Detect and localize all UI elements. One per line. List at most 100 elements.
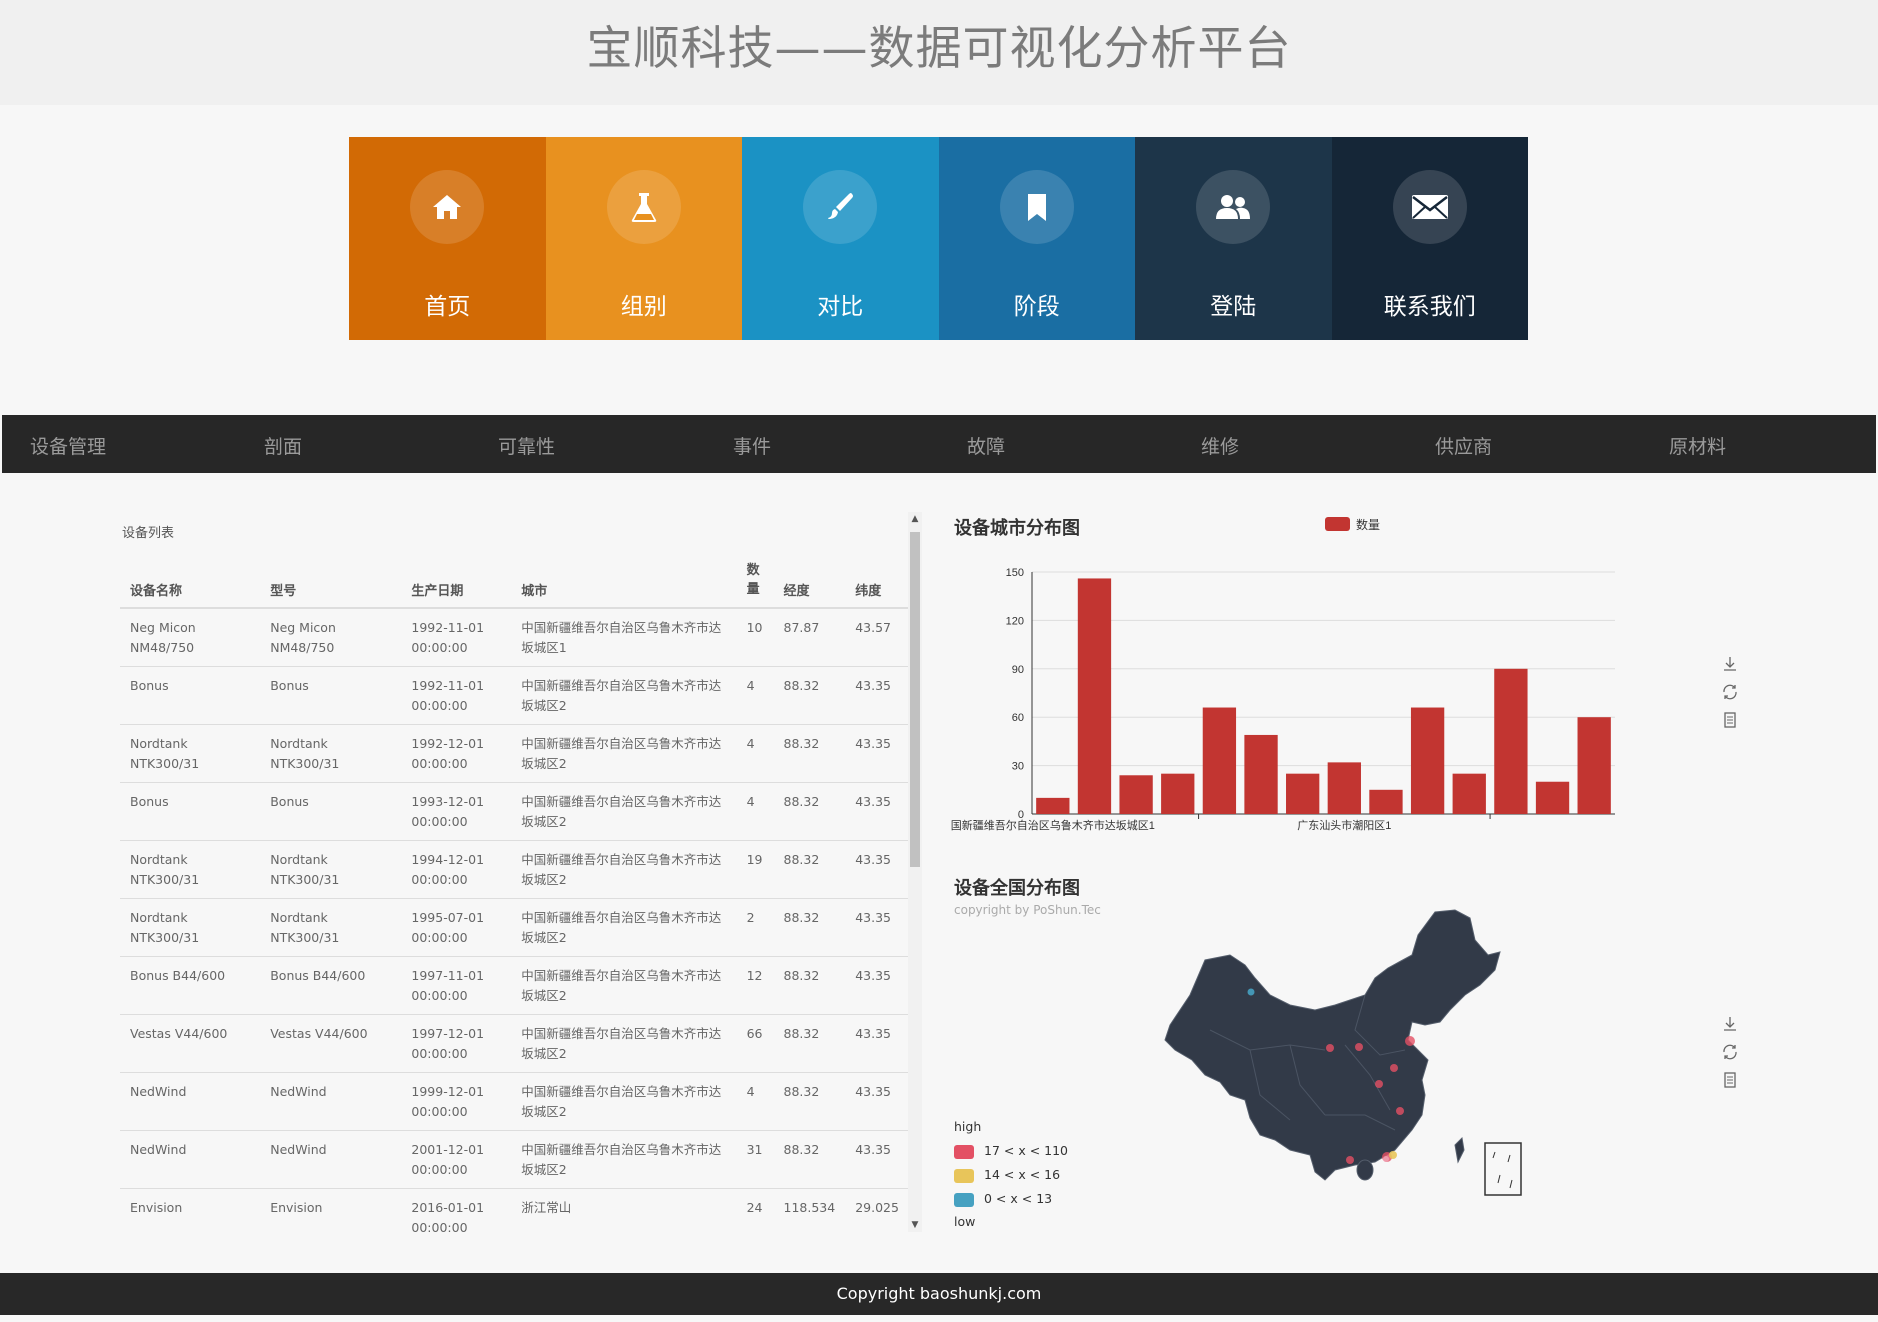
scroll-down-icon[interactable]: ▼	[910, 1220, 920, 1230]
table-cell: Envision	[120, 1188, 261, 1232]
data-view-icon[interactable]	[1720, 711, 1740, 739]
table-row[interactable]: Nordtank NTK300/31 Nordtank NTK300/31 1995…	[120, 898, 909, 957]
home-icon	[410, 170, 485, 244]
bar[interactable]	[1452, 773, 1486, 814]
tile-compare[interactable]: 对比	[742, 137, 939, 340]
column-header[interactable]: 生产日期	[401, 552, 512, 609]
table-row[interactable]: NedWind NedWind 1999-12-01 00:00:00 中国新疆维吾尔…	[120, 1072, 909, 1131]
equipment-table: 设备名称 型号 生产日期 城市 数量 经度 纬度 Neg Micon NM48/…	[120, 552, 909, 1232]
tile-login[interactable]: 登陆	[1135, 137, 1332, 340]
tile-stage[interactable]: 阶段	[938, 137, 1135, 340]
bar[interactable]	[1535, 781, 1570, 814]
china-map[interactable]	[1150, 900, 1550, 1205]
x-tick-label: 国新疆维吾尔自治区乌鲁木齐市达坂城区1	[951, 818, 1155, 832]
bar[interactable]	[1577, 717, 1611, 814]
table-cell: 中国新疆维吾尔自治区乌鲁木齐市达坂城区2	[511, 956, 737, 1015]
table-cell: 中国新疆维吾尔自治区乌鲁木齐市达坂城区2	[511, 1130, 737, 1189]
table-cell: 43.35	[845, 1014, 909, 1073]
bar[interactable]	[1161, 773, 1195, 814]
bar[interactable]	[1369, 789, 1403, 814]
bar[interactable]	[1244, 734, 1278, 814]
table-cell: Bonus B44/600	[260, 956, 402, 1015]
table-cell: 1992-11-01 00:00:00	[401, 666, 512, 725]
bar[interactable]	[1036, 797, 1070, 814]
scroll-up-icon[interactable]: ▲	[910, 514, 920, 524]
table-row[interactable]: Nordtank NTK300/31 Nordtank NTK300/31 1992…	[120, 724, 909, 783]
table-cell: 43.35	[845, 724, 909, 783]
table-cell: Bonus	[260, 666, 402, 725]
column-header[interactable]: 城市	[511, 552, 737, 609]
table-cell: NedWind	[260, 1072, 402, 1131]
y-tick-label: 60	[1012, 712, 1024, 724]
column-header[interactable]: 纬度	[845, 552, 909, 609]
table-cell: Nordtank NTK300/31	[120, 898, 261, 957]
table-cell: 4	[736, 666, 774, 725]
nav-item-maintenance[interactable]: 维修	[1201, 432, 1239, 459]
page-header: 宝顺科技——数据可视化分析平台	[0, 0, 1878, 105]
bar[interactable]	[1119, 775, 1153, 814]
table-cell: 87.87	[773, 608, 846, 667]
table-row[interactable]: Bonus Bonus 1993-12-01 00:00:00 中国新疆维吾尔自治区乌…	[120, 782, 909, 841]
table-cell: 1997-12-01 00:00:00	[401, 1014, 512, 1073]
bar[interactable]	[1410, 707, 1445, 814]
table-cell: 中国新疆维吾尔自治区乌鲁木齐市达坂城区2	[511, 666, 737, 725]
users-icon	[1196, 170, 1271, 244]
table-row[interactable]: Bonus Bonus 1992-11-01 00:00:00 中国新疆维吾尔自治区乌…	[120, 666, 909, 725]
refresh-icon[interactable]	[1720, 683, 1740, 711]
tile-contact[interactable]: 联系我们	[1331, 137, 1528, 340]
column-header[interactable]: 型号	[260, 552, 402, 609]
download-icon[interactable]	[1720, 655, 1740, 683]
bar[interactable]	[1494, 668, 1528, 814]
table-body: Neg Micon NM48/750 Neg Micon NM48/750 1992…	[120, 608, 909, 1232]
column-header[interactable]: 经度	[773, 552, 846, 609]
column-header[interactable]: 设备名称	[120, 552, 261, 609]
y-tick-label: 30	[1012, 761, 1024, 773]
bar[interactable]	[1327, 762, 1361, 814]
column-header[interactable]: 数量	[736, 552, 774, 609]
bar-chart: 0306090120150国新疆维吾尔自治区乌鲁木齐市达坂城区1 广东汕头市潮阳区…	[951, 567, 1615, 832]
bar[interactable]	[1286, 773, 1320, 814]
table-cell: 88.32	[773, 898, 846, 957]
map-legend-item[interactable]: 17 < x < 110	[954, 1143, 1068, 1159]
bar[interactable]	[1077, 578, 1112, 814]
scrollbar-thumb[interactable]	[910, 532, 920, 867]
table-cell: 118.534	[773, 1188, 846, 1232]
refresh-icon[interactable]	[1720, 1043, 1740, 1071]
tile-label: 阶段	[1013, 294, 1060, 320]
table-cell: 43.35	[845, 1130, 909, 1189]
tile-group[interactable]: 组别	[545, 137, 742, 340]
nav-item-reliability[interactable]: 可靠性	[498, 432, 555, 459]
nav-item-supplier[interactable]: 供应商	[1435, 432, 1492, 459]
map-legend-item[interactable]: 14 < x < 16	[954, 1167, 1060, 1183]
table-cell: 1992-12-01 00:00:00	[401, 724, 512, 783]
table-row[interactable]: Bonus B44/600 Bonus B44/600 1997-11-01 00:…	[120, 956, 909, 1015]
table-cell: 4	[736, 782, 774, 841]
table-row[interactable]: Envision Envision 2016-01-01 00:00:00 浙江常山 2…	[120, 1188, 909, 1232]
table-header-row: 设备名称 型号 生产日期 城市 数量 经度 纬度	[120, 552, 909, 609]
table-scrollbar[interactable]: ▲ ▼	[908, 512, 922, 1232]
table-cell: 中国新疆维吾尔自治区乌鲁木齐市达坂城区2	[511, 782, 737, 841]
map-title: 设备全国分布图	[954, 878, 1080, 899]
map-subtitle: copyright by PoShun.Tec	[954, 903, 1101, 917]
table-row[interactable]: NedWind NedWind 2001-12-01 00:00:00 中国新疆维吾尔…	[120, 1130, 909, 1189]
table-row[interactable]: Neg Micon NM48/750 Neg Micon NM48/750 1992…	[120, 608, 909, 667]
nav-item-equipment[interactable]: 设备管理	[30, 432, 106, 459]
nav-item-fault[interactable]: 故障	[967, 432, 1005, 459]
tile-home[interactable]: 首页	[349, 137, 546, 340]
table-row[interactable]: Vestas V44/600 Vestas V44/600 1997-12-01 0…	[120, 1014, 909, 1073]
equipment-table-panel: 设备列表 设备名称 型号 生产日期 城市 数量 经度 纬度 Neg Micon …	[120, 512, 920, 1232]
table-title: 设备列表	[122, 526, 175, 541]
nav-item-section[interactable]: 剖面	[264, 432, 302, 459]
table-cell: Nordtank NTK300/31	[120, 840, 261, 899]
bar[interactable]	[1202, 707, 1237, 814]
table-cell: 43.35	[845, 782, 909, 841]
nav-item-material[interactable]: 原材料	[1669, 432, 1726, 459]
data-view-icon[interactable]	[1720, 1071, 1740, 1099]
download-icon[interactable]	[1720, 1015, 1740, 1043]
legend-label[interactable]: 数量	[1356, 516, 1380, 533]
legend-swatch[interactable]	[1325, 517, 1350, 531]
table-cell: 88.32	[773, 1072, 846, 1131]
nav-item-event[interactable]: 事件	[733, 432, 771, 459]
table-row[interactable]: Nordtank NTK300/31 Nordtank NTK300/31 1994…	[120, 840, 909, 899]
map-legend-item[interactable]: 0 < x < 13	[954, 1191, 1052, 1207]
